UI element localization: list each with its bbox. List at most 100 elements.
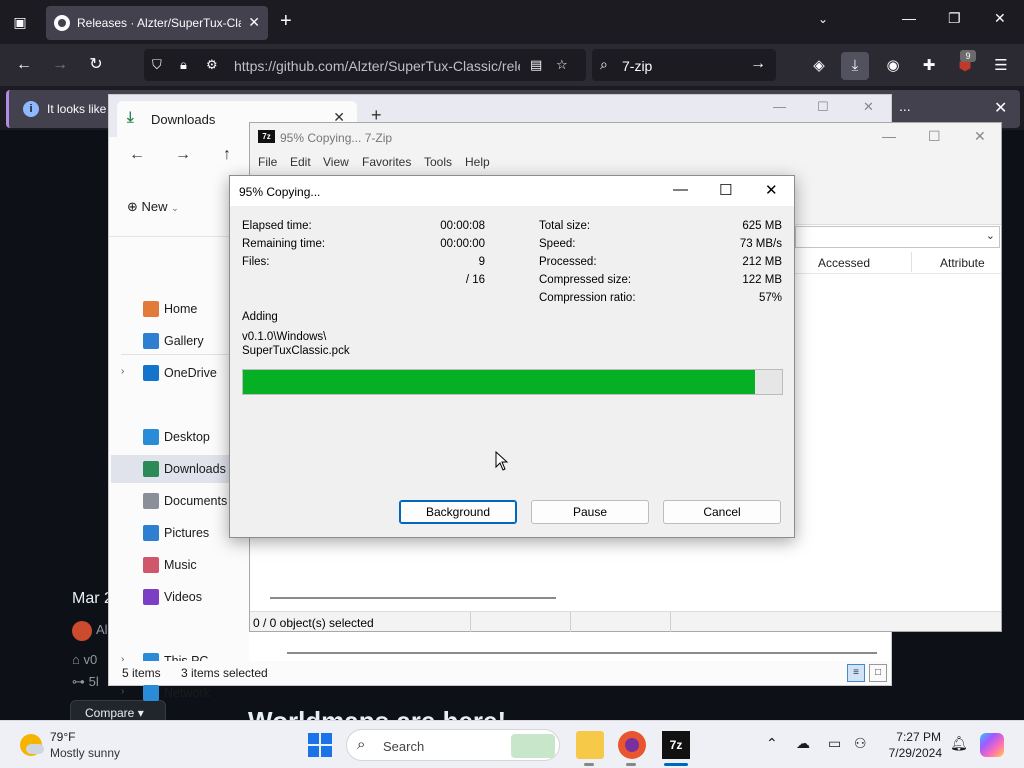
sevenzip-logo-icon: 7z <box>258 130 275 143</box>
column-accessed[interactable]: Accessed <box>818 256 870 270</box>
chevron-up-icon[interactable]: ⌃ <box>766 735 778 752</box>
background-button[interactable]: Background <box>399 500 517 524</box>
horizontal-scrollbar[interactable] <box>287 652 877 654</box>
close-window-icon[interactable]: ✕ <box>765 181 778 199</box>
close-window-icon[interactable]: ✕ <box>863 99 874 115</box>
taskbar-search[interactable]: ⌕ Search <box>346 729 560 761</box>
display-icon[interactable]: ▭ <box>828 735 841 752</box>
weather-temperature[interactable]: 79°F <box>50 730 75 744</box>
forward-button[interactable]: → <box>175 146 191 164</box>
horizontal-scrollbar[interactable] <box>270 597 556 599</box>
notification-bell-icon[interactable]: 🔔︎ <box>950 735 968 752</box>
notification-close-icon[interactable]: ✕ <box>994 98 1007 118</box>
network-icon <box>143 685 159 701</box>
tab-list-icon[interactable]: ▣ <box>8 10 32 34</box>
search-icon: ⌕ <box>357 736 366 753</box>
sidebar-item-label: Gallery <box>164 334 204 348</box>
address-bar[interactable]: ⛉ 🔒︎ ⚙ https://github.com/Alzter/SuperTu… <box>144 49 586 81</box>
downloads-icon: ⤓ <box>127 109 134 126</box>
pocket-icon[interactable]: ◈ <box>808 55 830 77</box>
sevenzip-path-field[interactable]: ⌄ <box>795 226 1000 248</box>
windows-logo-icon <box>321 733 332 744</box>
menu-icon[interactable]: ☰ <box>990 55 1012 77</box>
sidebar-item-videos[interactable]: Videos <box>121 583 249 611</box>
details-view-button[interactable]: ≡ <box>847 664 865 682</box>
menu-favorites[interactable]: Favorites <box>362 155 411 169</box>
pause-button[interactable]: Pause <box>531 500 649 524</box>
column-attributes[interactable]: Attribute <box>940 256 985 270</box>
column-divider[interactable] <box>911 252 912 272</box>
new-button[interactable]: ⊕ New ⌄ <box>127 199 179 215</box>
clock-time[interactable]: 7:27 PM <box>895 730 941 744</box>
search-bar[interactable]: ⌕ 7-zip → <box>592 49 776 81</box>
chevron-down-icon[interactable]: ⌄ <box>818 12 828 26</box>
search-icon: ⌕ <box>600 56 608 72</box>
menu-edit[interactable]: Edit <box>290 155 311 169</box>
running-indicator <box>584 763 594 766</box>
back-button[interactable]: ← <box>129 146 145 164</box>
minimize-icon[interactable]: — <box>882 128 896 144</box>
restore-icon[interactable]: ❐ <box>948 10 961 27</box>
weather-sun-icon[interactable] <box>20 734 44 756</box>
forward-button[interactable]: → <box>48 54 72 76</box>
firefox-taskbar-icon[interactable] <box>618 731 646 759</box>
back-button[interactable]: ← <box>12 54 36 76</box>
minimize-icon[interactable]: — <box>902 10 916 26</box>
home-icon <box>143 301 159 317</box>
notification-more-button[interactable]: ... <box>899 98 911 114</box>
bookmark-star-icon[interactable]: ☆ <box>556 57 568 73</box>
windows-logo-icon <box>308 733 319 744</box>
close-window-icon[interactable]: ✕ <box>994 10 1006 27</box>
menu-help[interactable]: Help <box>465 155 490 169</box>
release-commit[interactable]: ⊶ 5l <box>72 674 99 690</box>
up-button[interactable]: ↑ <box>223 146 231 164</box>
start-button[interactable] <box>308 733 332 757</box>
chevron-right-icon[interactable]: › <box>121 366 124 377</box>
browser-tab-releases[interactable]: Releases · Alzter/SuperTux-Cla ✕ <box>46 6 268 40</box>
sevenzip-taskbar-icon[interactable]: 7z <box>662 731 690 759</box>
shield-icon[interactable]: ⛉ <box>152 57 162 73</box>
clock-date[interactable]: 7/29/2024 <box>882 746 942 760</box>
close-window-icon[interactable]: ✕ <box>974 128 986 145</box>
maximize-icon[interactable]: ☐ <box>928 128 941 145</box>
search-input[interactable]: 7-zip <box>622 58 652 74</box>
copilot-icon[interactable] <box>980 733 1004 757</box>
lock-icon[interactable]: 🔒︎ <box>180 57 187 73</box>
sevenzip-menu-bar: File Edit View Favorites Tools Help <box>250 151 1001 173</box>
sidebar-item-label: OneDrive <box>164 366 217 380</box>
menu-view[interactable]: View <box>323 155 349 169</box>
cancel-button[interactable]: Cancel <box>663 500 781 524</box>
maximize-icon[interactable]: ☐ <box>817 99 829 115</box>
cloud-off-icon[interactable]: ☁ <box>796 735 810 752</box>
extensions-icon[interactable]: ✚ <box>918 55 940 77</box>
close-tab-icon[interactable]: ✕ <box>248 14 260 31</box>
commit-icon: ⊶ <box>72 674 89 689</box>
sidebar-item-music[interactable]: Music <box>121 551 249 579</box>
url-text[interactable]: https://github.com/Alzter/SuperTux-Class… <box>234 58 520 74</box>
menu-file[interactable]: File <box>258 155 277 169</box>
tag-icon: ⌂ <box>72 652 84 667</box>
new-tab-button[interactable]: + <box>280 10 292 32</box>
taskbar: 79°F Mostly sunny ⌕ Search 7z ⌃ ☁ ▭ ⚇ 7:… <box>0 720 1024 768</box>
tiles-view-button[interactable]: □ <box>869 664 887 682</box>
weather-condition[interactable]: Mostly sunny <box>50 746 120 760</box>
search-go-icon[interactable]: → <box>750 55 766 73</box>
release-author[interactable]: Al <box>96 622 108 637</box>
chevron-right-icon[interactable]: › <box>121 686 124 697</box>
reader-view-icon[interactable]: ▤ <box>530 57 542 73</box>
compression-ratio-label: Compression ratio: <box>539 292 636 304</box>
minimize-icon[interactable]: — <box>673 181 688 198</box>
account-icon[interactable]: ◉ <box>882 55 904 77</box>
menu-tools[interactable]: Tools <box>424 155 452 169</box>
chevron-down-icon[interactable]: ⌄ <box>986 229 995 242</box>
downloads-icon[interactable]: ⤓ <box>841 52 869 80</box>
avatar[interactable] <box>72 621 92 641</box>
reload-button[interactable]: ↻ <box>84 54 108 76</box>
file-explorer-taskbar-icon[interactable] <box>576 731 604 759</box>
minimize-icon[interactable]: — <box>773 99 786 114</box>
permissions-icon[interactable]: ⚙ <box>206 57 218 73</box>
release-tag[interactable]: ⌂ v0 <box>72 652 97 667</box>
maximize-icon[interactable]: ☐ <box>719 181 732 199</box>
selection-status: 0 / 0 object(s) selected <box>253 616 374 630</box>
network-status-icon[interactable]: ⚇ <box>854 735 867 752</box>
